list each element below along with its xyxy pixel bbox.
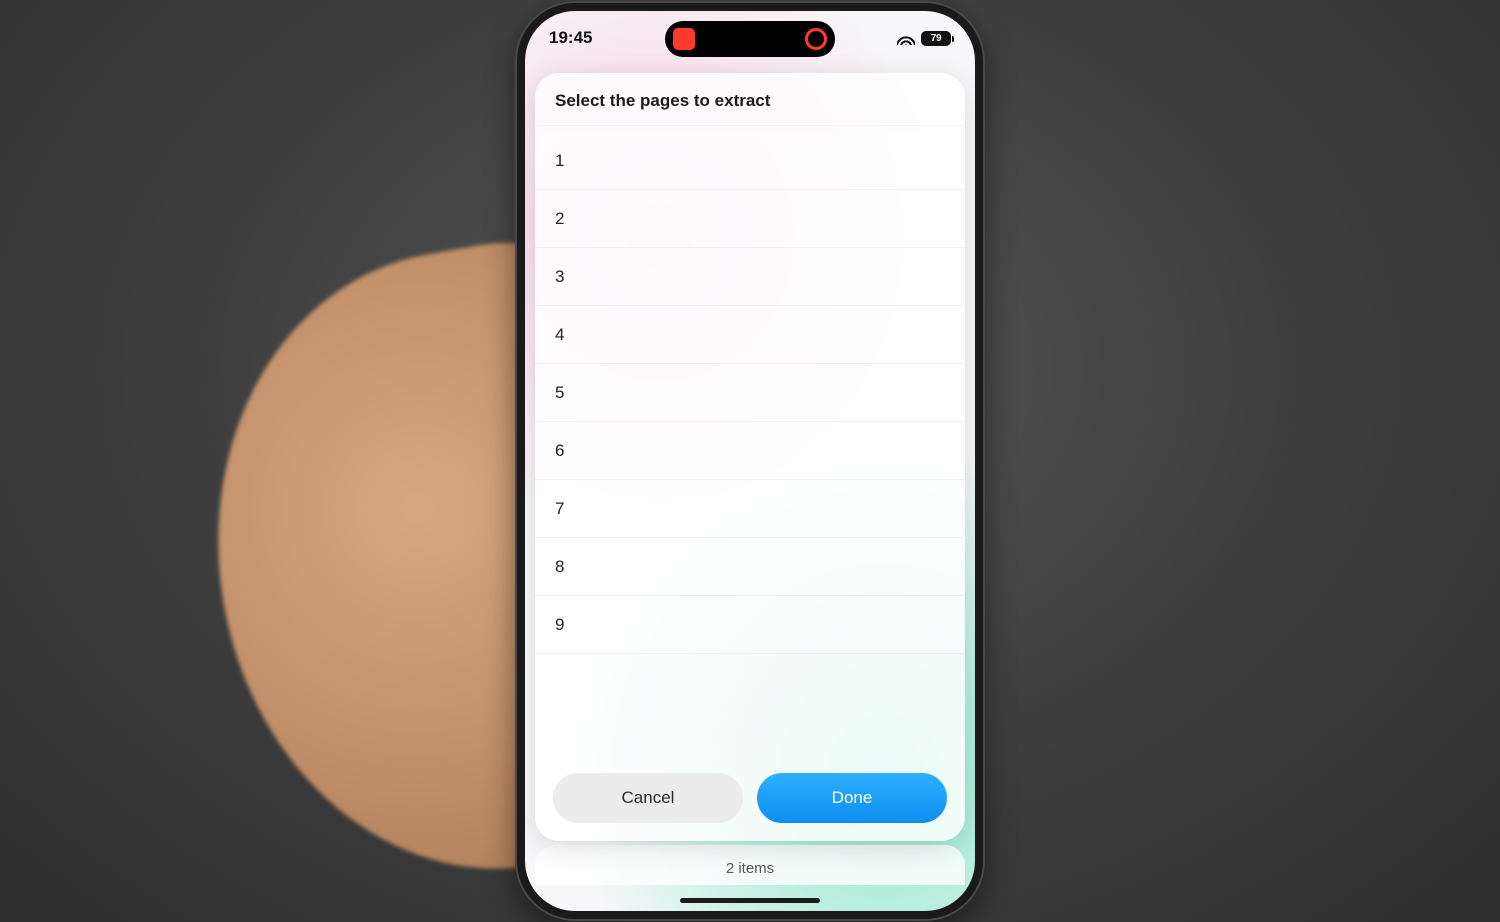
page-row[interactable]: 3 xyxy=(535,248,965,306)
page-row[interactable]: 6 xyxy=(535,422,965,480)
page-row[interactable]: 1 xyxy=(535,132,965,190)
sheet-footer: Cancel Done xyxy=(535,759,965,841)
page-row-label: 6 xyxy=(555,441,564,461)
page-row[interactable]: 4 xyxy=(535,306,965,364)
iphone-frame: 19:45 79 2 items Select the pages to ext… xyxy=(515,1,985,921)
iphone-screen-clip: 19:45 79 2 items Select the pages to ext… xyxy=(525,11,975,911)
page-row[interactable]: 2 xyxy=(535,190,965,248)
clock: 19:45 xyxy=(549,28,592,48)
battery-icon: 79 xyxy=(921,31,951,46)
page-row[interactable]: 5 xyxy=(535,364,965,422)
extract-pages-sheet: Select the pages to extract 1 2 3 4 5 6 … xyxy=(535,73,965,841)
page-row-label: 1 xyxy=(555,151,564,171)
dynamic-island[interactable] xyxy=(665,21,835,57)
page-row-label: 4 xyxy=(555,325,564,345)
photo-stage: 19:45 79 2 items Select the pages to ext… xyxy=(0,0,1500,922)
page-row-label: 2 xyxy=(555,209,564,229)
pages-list[interactable]: 1 2 3 4 5 6 7 8 9 xyxy=(535,126,965,759)
wifi-icon xyxy=(897,31,915,45)
page-row-label: 7 xyxy=(555,499,564,519)
record-indicator-icon xyxy=(805,28,827,50)
page-row-label: 8 xyxy=(555,557,564,577)
cancel-button[interactable]: Cancel xyxy=(553,773,743,823)
done-button[interactable]: Done xyxy=(757,773,947,823)
recording-app-icon xyxy=(673,28,695,50)
sheet-title: Select the pages to extract xyxy=(535,73,965,126)
page-row[interactable]: 9 xyxy=(535,596,965,654)
page-row[interactable]: 7 xyxy=(535,480,965,538)
status-left: 19:45 xyxy=(549,28,639,48)
background-sheet-header: 2 items xyxy=(535,845,965,885)
page-row[interactable]: 8 xyxy=(535,538,965,596)
status-right: 79 xyxy=(861,31,951,46)
page-row-label: 9 xyxy=(555,615,564,635)
items-count-label: 2 items xyxy=(726,860,774,877)
page-row-label: 5 xyxy=(555,383,564,403)
page-row-label: 3 xyxy=(555,267,564,287)
home-indicator[interactable] xyxy=(680,898,820,903)
